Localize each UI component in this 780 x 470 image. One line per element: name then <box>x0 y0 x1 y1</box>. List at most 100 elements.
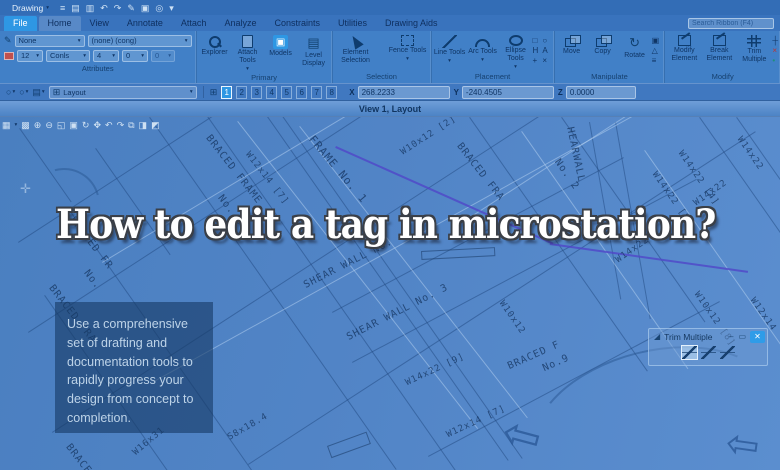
chevron-down-icon: ▾ <box>481 56 484 63</box>
tab-annotate[interactable]: Annotate <box>118 16 172 31</box>
explorer-button[interactable]: Explorer <box>199 33 231 57</box>
modify-element-button[interactable]: Modify Element <box>667 33 701 63</box>
attach-tools-button[interactable]: Attach Tools ▾ <box>232 33 264 72</box>
insert-vertex-icon[interactable]: • <box>772 56 778 65</box>
undo-icon[interactable]: ↶ <box>100 3 108 13</box>
window-area-icon[interactable]: ▣ <box>69 119 78 131</box>
level-display-button[interactable]: ▤ Level Display <box>298 33 330 68</box>
arc-tools-button[interactable]: Arc Tools ▾ <box>467 33 499 63</box>
tab-view[interactable]: View <box>81 16 118 31</box>
place-shape-icon[interactable]: □ <box>533 36 539 45</box>
trim-to-element-tool-icon[interactable] <box>700 346 716 359</box>
break-element-button[interactable]: Break Element <box>702 33 736 63</box>
save-icon[interactable]: ▤ <box>71 3 80 13</box>
models-button[interactable]: ▣ Models <box>265 33 297 58</box>
delete-icon[interactable]: × <box>772 46 778 55</box>
rotate-view-icon[interactable]: ↻ <box>82 119 90 131</box>
background-icon[interactable]: ▩ <box>21 119 30 131</box>
close-icon[interactable]: ✕ <box>750 330 765 343</box>
view-next-icon[interactable]: ↷ <box>117 119 125 131</box>
line-weight-dropdown[interactable]: 4 ▾ <box>93 49 119 62</box>
saved-views-icon[interactable]: ▤ ▾ <box>32 87 44 98</box>
view-undo-icon[interactable]: ○ ▾ <box>6 87 15 97</box>
tool-icon: ◢ <box>654 332 661 341</box>
fit-view-icon[interactable]: ◱ <box>57 119 66 131</box>
zoom-in-icon[interactable]: ⊕ <box>34 119 42 131</box>
view-toggle-8[interactable]: 8 <box>326 85 338 99</box>
pan-view-icon[interactable]: ✥ <box>93 119 101 131</box>
trim-multiple-button[interactable]: Trim Multiple <box>737 33 771 64</box>
place-origin-icon[interactable]: + <box>533 56 539 65</box>
extend-icon[interactable]: ┼ <box>772 36 778 45</box>
element-template-dropdown[interactable]: None ▾ <box>14 34 85 47</box>
trim-multiple-tool-icon[interactable] <box>680 345 698 360</box>
copy-view-icon[interactable]: ⧉ <box>128 119 134 131</box>
tab-drawing-aids[interactable]: Drawing Aids <box>376 16 447 31</box>
line-style-dropdown[interactable]: Conls ▾ <box>46 49 90 62</box>
mirror-icon[interactable]: ≡ <box>652 56 660 65</box>
transparency-dropdown[interactable]: 0 ▾ <box>122 49 148 62</box>
x-coordinate-input[interactable] <box>357 85 450 99</box>
trim-to-intersection-tool-icon[interactable] <box>719 346 735 359</box>
view-toggle-4[interactable]: 4 <box>266 85 278 99</box>
print-icon[interactable]: ▣ <box>141 3 150 13</box>
view-toggle-3[interactable]: 3 <box>251 85 263 99</box>
ellipse-tools-button[interactable]: Ellipse Tools ▾ <box>500 33 532 70</box>
workflow-selector[interactable]: Drawing ▾ <box>6 3 55 13</box>
tab-constraints[interactable]: Constraints <box>265 16 329 31</box>
clip-mask-icon[interactable]: ◩ <box>151 119 160 131</box>
clip-volume-icon[interactable]: ◨ <box>139 119 148 131</box>
tab-utilities[interactable]: Utilities <box>329 16 376 31</box>
place-text-icon[interactable]: A <box>542 46 547 55</box>
search-ribbon-input[interactable] <box>688 18 774 29</box>
z-coordinate-input[interactable] <box>565 85 636 99</box>
minimize-icon[interactable]: – <box>728 332 734 341</box>
move-button[interactable]: Move <box>557 33 587 56</box>
view-toggle-5[interactable]: 5 <box>281 85 293 99</box>
group-label: Primary <box>251 72 277 82</box>
redo-icon[interactable]: ↷ <box>114 3 122 13</box>
pen-icon[interactable]: ✎ <box>127 3 135 13</box>
line-tools-button[interactable]: Line Tools ▾ <box>434 33 466 64</box>
y-coordinate-input[interactable] <box>461 85 554 99</box>
rotate-button[interactable]: ↻ Rotate <box>619 33 651 60</box>
tab-home[interactable]: Home <box>38 16 81 31</box>
manipulate-extra-tools: ▣ △ ≡ <box>652 33 660 65</box>
restore-icon[interactable]: ▭ <box>737 332 747 341</box>
zoom-out-icon[interactable]: ⊖ <box>45 119 53 131</box>
tab-analyze[interactable]: Analyze <box>215 16 265 31</box>
view-toggle-6[interactable]: 6 <box>296 85 308 99</box>
dialog-title-bar[interactable]: ◢ Trim Multiple – ▭ ✕ <box>649 329 767 344</box>
view-toggle-1[interactable]: 1 <box>221 85 233 99</box>
layers-icon: ▤ <box>307 35 320 50</box>
priority-dropdown[interactable]: 0 ▾ <box>151 49 175 62</box>
active-level-dropdown[interactable]: (none) (cong) ▾ <box>87 34 192 47</box>
view-previous-icon[interactable]: ↶ <box>105 119 113 131</box>
view-attributes-icon[interactable]: ▦ <box>2 119 11 131</box>
view-toggle-2[interactable]: 2 <box>236 85 248 99</box>
view-group-icon[interactable]: ⊞ <box>210 87 218 98</box>
cad-label: BRACED FRA <box>454 141 507 204</box>
view-toggle-7[interactable]: 7 <box>311 85 323 99</box>
trim-multiple-dialog[interactable]: ◢ Trim Multiple – ▭ ✕ <box>648 328 768 366</box>
preferences-icon[interactable]: ≡ <box>60 3 65 13</box>
customize-dropdown-icon[interactable]: ▾ <box>169 3 174 13</box>
tab-file[interactable]: File <box>4 16 37 31</box>
copy-button[interactable]: Copy <box>588 33 618 56</box>
template-icon: ✎ <box>4 35 12 45</box>
save-settings-icon[interactable]: ▥ <box>86 3 95 13</box>
array-icon[interactable]: ▣ <box>652 36 660 45</box>
view-window-title[interactable]: View 1, Layout <box>0 101 780 117</box>
element-selection-button[interactable]: Element Selection <box>335 33 377 65</box>
place-marker-icon[interactable]: × <box>542 56 547 65</box>
fence-tools-button[interactable]: Fence Tools ▾ <box>387 33 429 62</box>
transparency-value: 0 <box>126 51 131 60</box>
active-view-dropdown[interactable]: ⊞ Layout ▾ <box>48 85 197 99</box>
view-redo-icon[interactable]: ○ ▾ <box>19 87 28 97</box>
properties-icon[interactable]: ◎ <box>155 3 163 13</box>
place-point-icon[interactable]: ○ <box>542 36 547 45</box>
place-cell-icon[interactable]: H <box>533 46 539 55</box>
active-color-dropdown[interactable]: 12 ▾ <box>17 49 43 62</box>
scale-icon[interactable]: △ <box>652 46 660 55</box>
tab-attach[interactable]: Attach <box>172 16 216 31</box>
